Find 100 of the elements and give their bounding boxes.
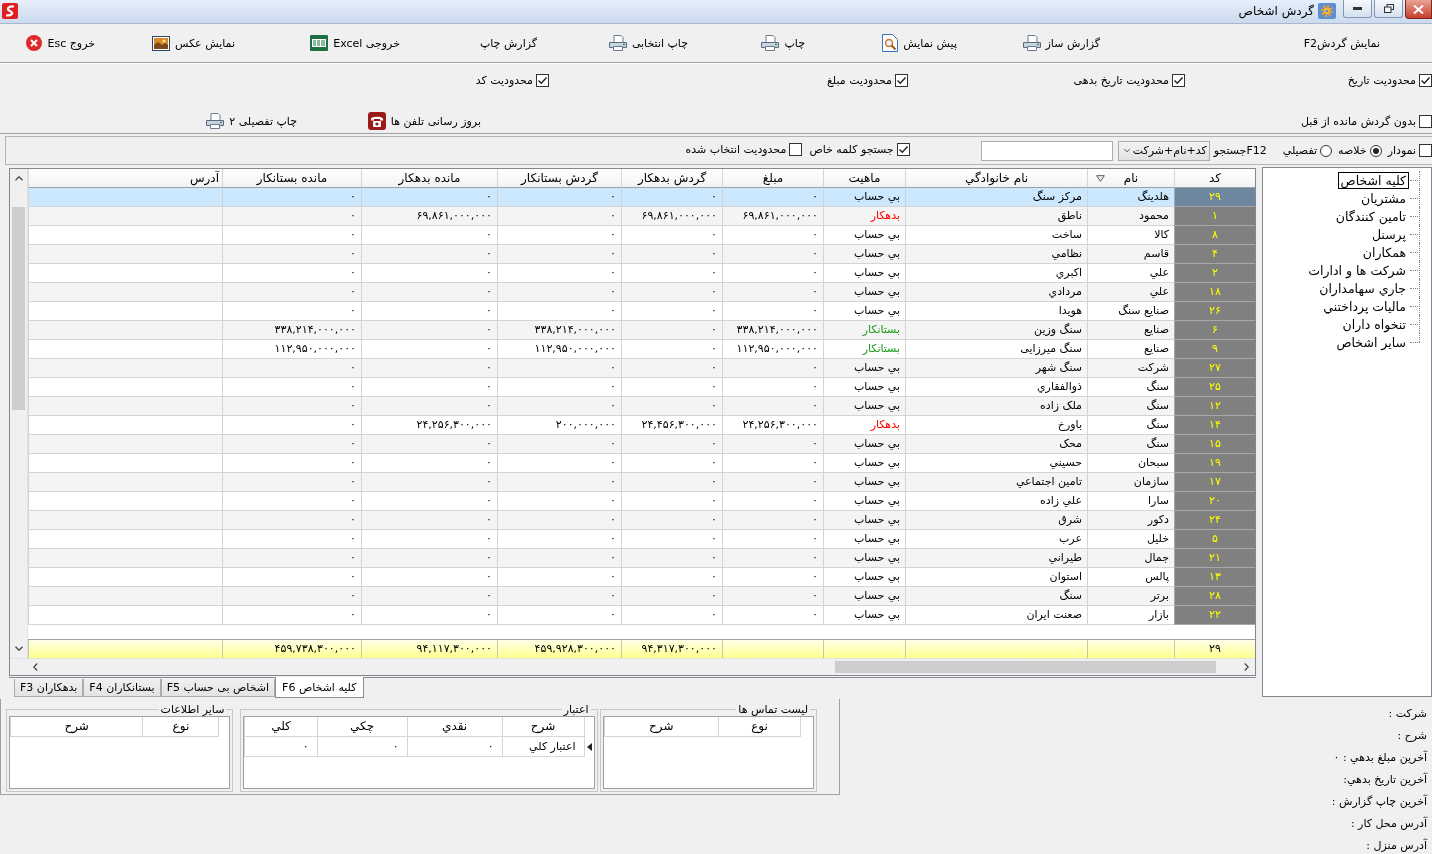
column-header[interactable]: شرح (501, 717, 585, 737)
column-header[interactable]: نوع (718, 717, 801, 737)
tree-item[interactable]: شرکت ها و ادارات (1305, 261, 1409, 279)
table-row[interactable]: ۲۱ جمال طیراني بي حساب ۰ ۰ ۰ ۰ ۰ (28, 549, 1255, 568)
toolbar-button[interactable]: گزارش چاپ (479, 34, 537, 52)
checkbox-label: محدودیت تاریخ (1347, 73, 1416, 87)
table-cell: ۰ (722, 245, 823, 264)
table-cell: سنگ (1087, 435, 1174, 454)
group-title: اعتبار (562, 703, 590, 716)
checkbox[interactable] (1419, 114, 1432, 128)
toolbar-button[interactable]: چاپ تفصیلی ۲ (206, 111, 297, 131)
radio-button[interactable] (1320, 144, 1332, 157)
radio-button[interactable] (1369, 144, 1382, 157)
table-cell: ۲۹ (1174, 188, 1255, 207)
spreadsheet-icon (310, 35, 329, 51)
toolbar-button[interactable]: گزارش ساز (1022, 33, 1100, 53)
checkbox[interactable] (1172, 73, 1185, 87)
table-row[interactable]: ۱۵ سنگ محک بي حساب ۰ ۰ ۰ ۰ ۰ (28, 435, 1255, 454)
table-row[interactable]: ۲۸ برتر سنگ بي حساب ۰ ۰ ۰ ۰ ۰ (28, 587, 1255, 606)
tree-item[interactable]: جاري سهامداران (1316, 279, 1409, 297)
printer-icon (206, 113, 225, 129)
search-by-dropdown[interactable]: کد+نام+شرکت (1117, 140, 1210, 161)
table-row[interactable]: ۱۷ سازمان تامین اجتماعي بي حساب ۰ ۰ ۰ ۰ ۰ (28, 473, 1255, 492)
table-cell: ۲ (1174, 264, 1255, 283)
column-header[interactable]: شرح (10, 717, 143, 737)
table-cell: ۱۵ (1174, 435, 1255, 454)
table-cell: ۰ (222, 511, 361, 530)
table-cell: ۰ (497, 549, 621, 568)
tree-item[interactable]: همکاران (1359, 243, 1409, 261)
table-cell: صعنت ایران (905, 606, 1087, 625)
table-cell: ۰ (497, 606, 621, 625)
table-row[interactable]: ۲۲ بازار صعنت ایران بي حساب ۰ ۰ ۰ ۰ ۰ (28, 606, 1255, 625)
column-header[interactable]: کلي (244, 717, 317, 737)
field-label: آدرس محل کار : (1350, 816, 1427, 830)
checkbox[interactable] (1419, 73, 1432, 87)
tree-item[interactable]: سایر اشخاص (1333, 333, 1409, 351)
table-cell: بي حساب (823, 587, 905, 606)
tree-item[interactable]: پرسنل (1368, 225, 1409, 243)
table-cell: سازمان (1087, 473, 1174, 492)
table-cell: بي حساب (823, 283, 905, 302)
table-cell: ۰ (621, 549, 722, 568)
column-header[interactable]: شرح (603, 717, 718, 737)
table-cell: ۰ (621, 587, 722, 606)
table-cell: ۰ (316, 737, 407, 757)
toolbar-button[interactable]: خروجی Excel (310, 33, 400, 53)
tab[interactable]: بدهکاران F3 (14, 679, 84, 697)
table-cell: بدهکار (823, 207, 905, 226)
table-row[interactable]: ۴ قاسم نظامي بي حساب ۰ ۰ ۰ ۰ ۰ (28, 245, 1255, 264)
chevron-up-icon (14, 176, 23, 181)
close-button[interactable] (1405, 0, 1432, 19)
table-cell: ۰ (621, 321, 722, 340)
tree-item[interactable]: مشتریان (1358, 189, 1409, 207)
table-row[interactable]: ۶ صنایع سنگ وزین بستانکار ۳۳۸,۲۱۴,۰۰۰,۰۰۰ ۰ ۳۳۸,۲۱۴,۰۰۰,۰۰۰ ۰ ۳۳۸,۲۱۴,۰۰۰,۰۰۰ (28, 321, 1255, 340)
tab[interactable]: بستانکاران F4 (83, 679, 161, 697)
table-cell: تامین اجتماعي (905, 473, 1087, 492)
tree-item[interactable]: تامین کنندگان (1332, 207, 1409, 225)
checkbox[interactable] (536, 73, 549, 87)
restore-button[interactable] (1374, 0, 1403, 18)
table-cell: اعتبار کلي (501, 737, 585, 757)
table-row[interactable]: ۱ محمود ناطق بدهکار ۶۹,۸۶۱,۰۰۰,۰۰۰ ۶۹,۸۶۱,۰۰۰,۰۰۰ ۰ ۶۹,۸۶۱,۰۰۰,۰۰۰ ۰ (28, 207, 1255, 226)
toolbar-button[interactable]: نمایش عکس (151, 33, 235, 53)
toolbar-button[interactable]: خروج Esc (26, 33, 95, 53)
checkbox[interactable] (896, 143, 910, 156)
table-row[interactable]: ۲۹ هلدینگ مرکز سنگ بي حساب ۰ ۰ ۰ ۰ ۰ (28, 188, 1255, 207)
checkbox[interactable] (895, 73, 908, 87)
toolbar-button[interactable]: پیش نمایش (882, 32, 957, 54)
toolbar-button[interactable]: نمایش گردشF2 (1303, 34, 1380, 52)
column-header[interactable]: چکي (316, 717, 407, 737)
checkbox[interactable] (1419, 144, 1432, 157)
tab[interactable]: اشخاص بی حساب F5 (160, 679, 276, 697)
tree-item[interactable]: کلیه اشخاص (1337, 171, 1409, 189)
vertical-scrollbar[interactable] (10, 169, 28, 658)
scrollbar-thumb[interactable] (12, 207, 25, 410)
table-cell: ۲۰ (1174, 492, 1255, 511)
minimize-button[interactable] (1343, 0, 1372, 18)
picture-icon (151, 35, 170, 51)
table-row[interactable]: ۲۴ دکور شرق بي حساب ۰ ۰ ۰ ۰ ۰ (28, 511, 1255, 530)
table-cell: بي حساب (823, 397, 905, 416)
table-row[interactable]: ۱۸ علي مردادي بي حساب ۰ ۰ ۰ ۰ ۰ (28, 283, 1255, 302)
scrollbar-thumb[interactable] (835, 661, 1216, 673)
table-cell: ۰ (621, 283, 722, 302)
toolbar-button[interactable]: چاپ (761, 33, 805, 53)
column-header[interactable]: نقدي (406, 717, 502, 737)
field-label: شرح : (1397, 728, 1427, 742)
checkbox[interactable] (789, 142, 803, 156)
table-cell: ۰ (361, 435, 497, 454)
table-row[interactable]: ۱۲ سنگ ملک زاده بي حساب ۰ ۰ ۰ ۰ ۰ (28, 397, 1255, 416)
search-input[interactable] (980, 140, 1113, 161)
tab[interactable]: کلیه اشخاص F6 (275, 677, 364, 698)
tree-item[interactable]: مالیات پرداختني (1320, 297, 1409, 315)
checkbox-label: نمودار (1387, 144, 1416, 157)
table-cell: ۱ (1174, 207, 1255, 226)
table-row[interactable]: ۲۷ شرکت سنگ شهر بي حساب ۰ ۰ ۰ ۰ ۰ (28, 359, 1255, 378)
column-header[interactable]: نوع (142, 717, 220, 737)
table-cell: ۰ (621, 435, 722, 454)
toolbar-button[interactable]: بروز رسانی تلفن ها (367, 110, 481, 132)
toolbar-button[interactable]: چاپ انتخابی (608, 33, 688, 53)
table-cell: ۳۳۸,۲۱۴,۰۰۰,۰۰۰ (497, 321, 621, 340)
table-cell: ۵ (1174, 530, 1255, 549)
tree-item[interactable]: تنخواه داران (1339, 315, 1409, 333)
